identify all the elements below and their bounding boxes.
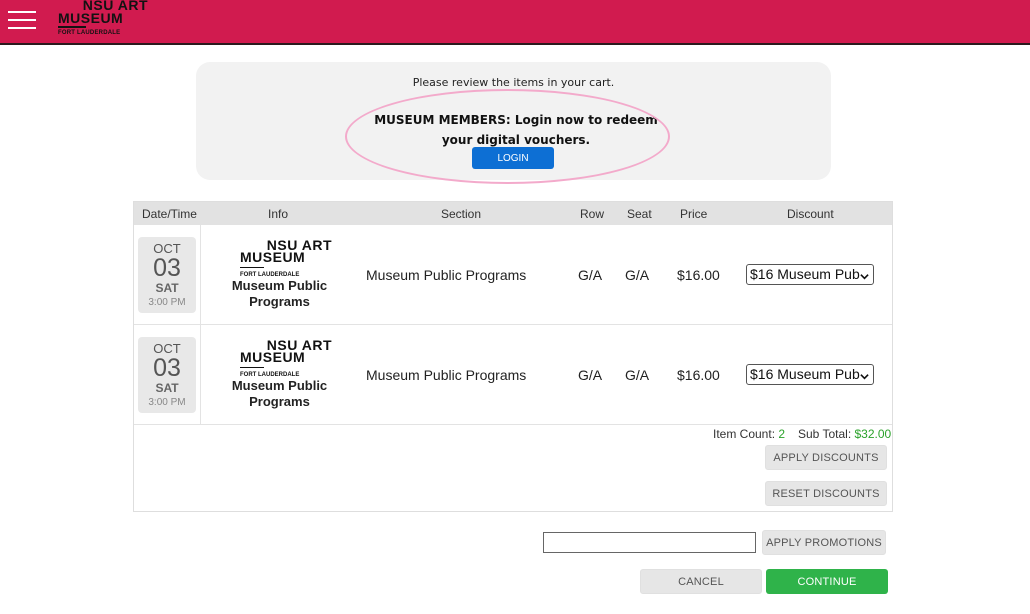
promo-code-input[interactable] bbox=[543, 532, 756, 553]
date-badge: OCT 03 SAT 3:00 PM bbox=[138, 337, 196, 413]
event-logo: NSU ART MUSEUM FORT LAUDERDALE bbox=[240, 238, 332, 278]
column-header-row: Row bbox=[580, 207, 605, 221]
date-weekday: SAT bbox=[155, 381, 179, 395]
subtotal-label: Sub Total: bbox=[798, 427, 852, 441]
cart-review-notice: Please review the items in your cart. MU… bbox=[196, 62, 831, 180]
chevron-down-icon bbox=[860, 374, 869, 380]
discount-select[interactable]: $16 Museum Pub bbox=[746, 264, 874, 285]
column-header-info: Info bbox=[268, 207, 289, 221]
event-logo-rule bbox=[240, 367, 264, 368]
event-name: Museum Public Programs bbox=[202, 378, 357, 410]
subtotal-value: $32.00 bbox=[854, 427, 892, 441]
date-day: 03 bbox=[153, 254, 181, 282]
top-header-bar: NSU ART MUSEUM FORT LAUDERDALE bbox=[0, 0, 1030, 45]
column-header-seat: Seat bbox=[627, 207, 652, 221]
date-weekday: SAT bbox=[155, 281, 179, 295]
section-cell: Museum Public Programs bbox=[366, 267, 527, 283]
price-cell: $16.00 bbox=[677, 267, 720, 283]
reset-discounts-button[interactable]: RESET DISCOUNTS bbox=[765, 481, 887, 506]
info-cell: NSU ART MUSEUM FORT LAUDERDALE Museum Pu… bbox=[202, 325, 357, 424]
logo-rule bbox=[58, 26, 86, 28]
event-logo-rule bbox=[240, 267, 264, 268]
date-badge: OCT 03 SAT 3:00 PM bbox=[138, 237, 196, 313]
menu-bar-line bbox=[8, 19, 36, 21]
event-name-line2: Programs bbox=[249, 294, 310, 309]
museum-logo[interactable]: NSU ART MUSEUM FORT LAUDERDALE bbox=[58, 0, 148, 42]
event-logo-line2: MUSEUM bbox=[240, 349, 306, 365]
column-header-price: Price bbox=[680, 207, 708, 221]
event-logo-line2: MUSEUM bbox=[240, 249, 306, 265]
date-cell: OCT 03 SAT 3:00 PM bbox=[134, 325, 201, 424]
apply-discounts-button[interactable]: APPLY DISCOUNTS bbox=[765, 445, 887, 470]
menu-bar-line bbox=[8, 27, 36, 29]
row-cell: G/A bbox=[578, 367, 603, 383]
price-cell: $16.00 bbox=[677, 367, 720, 383]
column-header-section: Section bbox=[441, 207, 482, 221]
logo-text-museum: MUSEUM bbox=[58, 10, 124, 26]
members-login-prompt: MUSEUM MEMBERS: Login now to redeem your… bbox=[371, 110, 661, 150]
info-cell: NSU ART MUSEUM FORT LAUDERDALE Museum Pu… bbox=[202, 225, 357, 324]
item-count: Item Count: 2 bbox=[713, 427, 785, 441]
event-name-line2: Programs bbox=[249, 394, 310, 409]
continue-button[interactable]: CONTINUE bbox=[766, 569, 888, 594]
discount-selected-value: $16 Museum Pub bbox=[750, 366, 860, 382]
item-count-value: 2 bbox=[778, 427, 786, 441]
column-header-date-time: Date/Time bbox=[142, 207, 197, 221]
event-name-line1: Museum Public bbox=[231, 278, 328, 293]
seat-cell: G/A bbox=[625, 267, 650, 283]
row-cell: G/A bbox=[578, 267, 603, 283]
logo-text-location: FORT LAUDERDALE bbox=[58, 30, 121, 36]
apply-promotions-button[interactable]: APPLY PROMOTIONS bbox=[762, 530, 886, 555]
hamburger-menu-icon[interactable] bbox=[8, 9, 36, 31]
table-header-row: Date/Time Info Section Row Seat Price Di… bbox=[134, 202, 892, 225]
discount-selected-value: $16 Museum Pub bbox=[750, 266, 860, 282]
cancel-button[interactable]: CANCEL bbox=[640, 569, 762, 594]
section-cell: Museum Public Programs bbox=[366, 367, 527, 383]
table-row: OCT 03 SAT 3:00 PM NSU ART MUSEUM FORT L… bbox=[134, 325, 892, 425]
login-button[interactable]: LOGIN bbox=[472, 147, 554, 169]
event-name: Museum Public Programs bbox=[202, 278, 357, 310]
subtotal: Sub Total: $32.00 bbox=[798, 427, 891, 441]
event-name-line1: Museum Public bbox=[231, 378, 328, 393]
discount-select[interactable]: $16 Museum Pub bbox=[746, 364, 874, 385]
column-header-discount: Discount bbox=[787, 207, 834, 221]
date-day: 03 bbox=[153, 354, 181, 382]
chevron-down-icon bbox=[860, 274, 869, 280]
date-time: 3:00 PM bbox=[148, 297, 186, 308]
cart-table: Date/Time Info Section Row Seat Price Di… bbox=[133, 201, 893, 512]
item-count-label: Item Count: bbox=[713, 427, 776, 441]
event-logo: NSU ART MUSEUM FORT LAUDERDALE bbox=[240, 338, 332, 378]
date-cell: OCT 03 SAT 3:00 PM bbox=[134, 225, 201, 324]
members-prompt-line1: MUSEUM MEMBERS: Login now to redeem bbox=[374, 113, 658, 127]
review-instruction: Please review the items in your cart. bbox=[412, 76, 615, 89]
date-time: 3:00 PM bbox=[148, 397, 186, 408]
table-row: OCT 03 SAT 3:00 PM NSU ART MUSEUM FORT L… bbox=[134, 225, 892, 325]
menu-bar-line bbox=[8, 11, 36, 13]
seat-cell: G/A bbox=[625, 367, 650, 383]
